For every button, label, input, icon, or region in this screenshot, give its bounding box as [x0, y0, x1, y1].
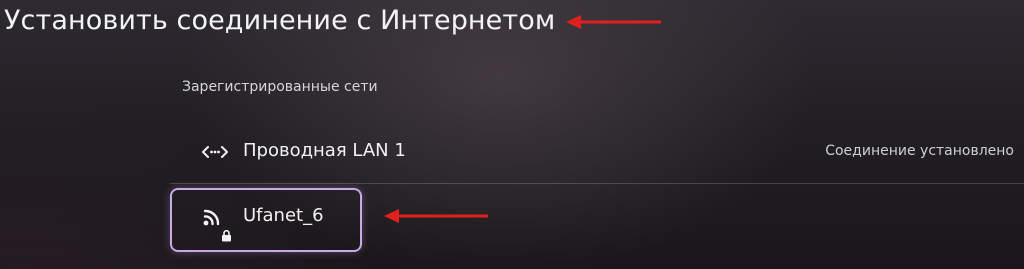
connection-status: Соединение установлено	[825, 143, 1014, 159]
wifi-icon	[203, 209, 220, 226]
page-title: Установить соединение с Интернетом	[4, 5, 556, 36]
row-divider	[170, 183, 1024, 184]
annotation-arrow-network	[384, 209, 488, 223]
network-name: Проводная LAN 1	[243, 140, 406, 161]
lock-icon	[222, 229, 231, 242]
network-name: Ufanet_6	[243, 205, 324, 226]
network-item-wifi[interactable]: Ufanet_6	[170, 188, 1024, 252]
wired-lan-icon	[202, 146, 228, 158]
network-item-wired-lan[interactable]: Проводная LAN 1 Соединение установлено	[170, 130, 1024, 178]
registered-networks-label: Зарегистрированные сети	[182, 79, 378, 95]
annotation-arrow-title	[566, 15, 661, 29]
